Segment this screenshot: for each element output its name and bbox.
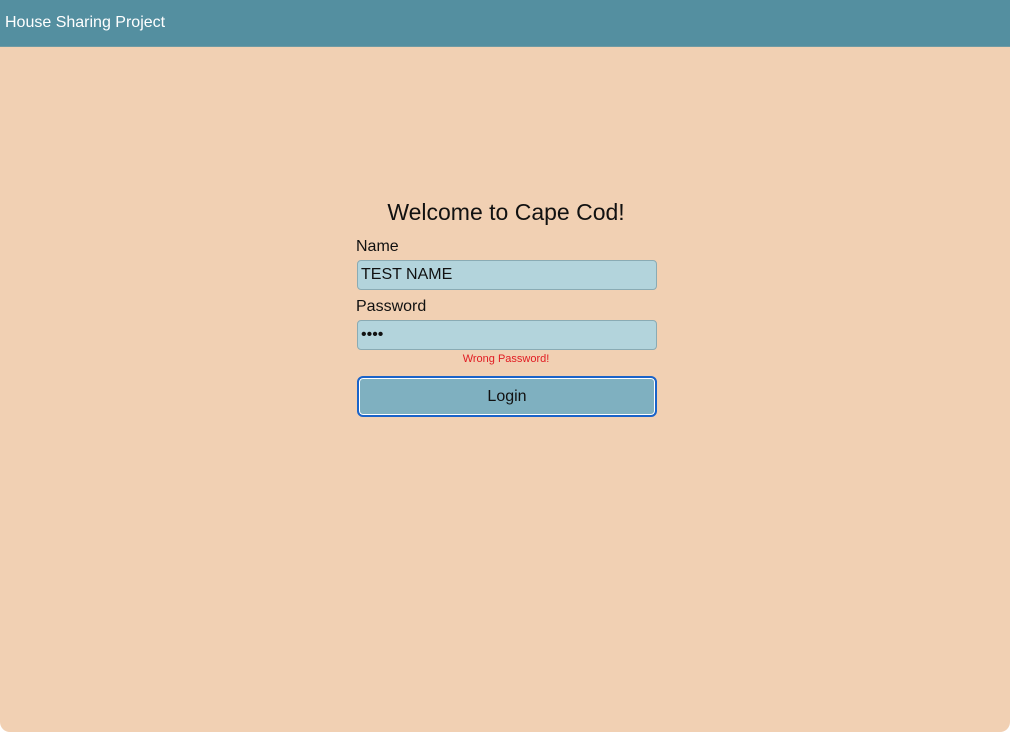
top-bar: House Sharing Project (0, 0, 1010, 47)
name-input[interactable] (357, 260, 657, 290)
password-input[interactable] (357, 320, 657, 350)
app-title: House Sharing Project (5, 14, 166, 31)
login-button[interactable]: Login (357, 376, 657, 417)
app-window: House Sharing Project Welcome to Cape Co… (0, 0, 1010, 732)
password-label: Password (356, 298, 427, 315)
welcome-heading: Welcome to Cape Cod! (387, 199, 625, 225)
error-message: Wrong Password! (462, 353, 550, 365)
name-label: Name (356, 238, 399, 255)
